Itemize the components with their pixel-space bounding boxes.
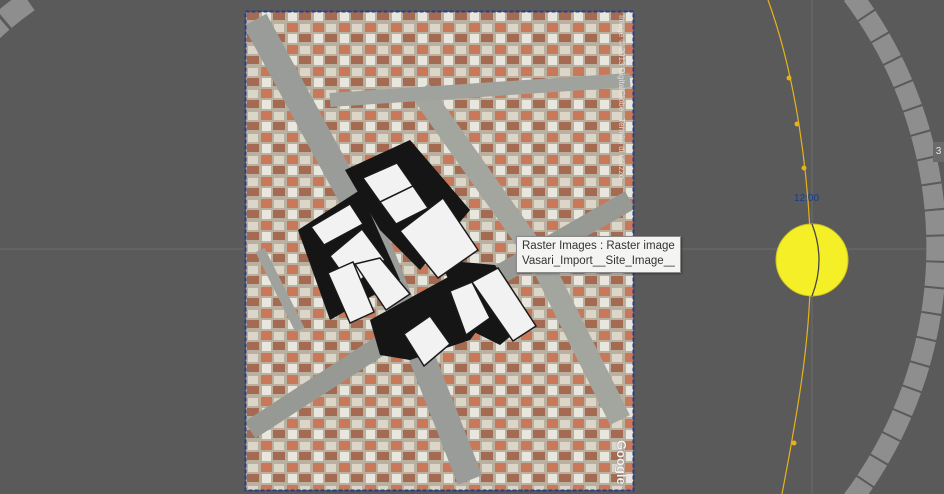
compass-side-label: 3: [933, 142, 944, 162]
compass-ring-right: [844, 0, 944, 494]
tooltip-line-2: Vasari_Import__Site_Image__: [522, 255, 675, 267]
google-logo: Google: [611, 440, 631, 488]
copyright-overlay: Image © 2013 DigitalGlobe - Termini di u…: [614, 15, 630, 220]
sun-time-label: 12:00: [794, 193, 820, 204]
google-logo-text: Google: [614, 440, 629, 485]
copyright-text: Image © 2013 DigitalGlobe - Termini di u…: [617, 15, 626, 180]
tooltip-line-1: Raster Images : Raster image :: [522, 240, 675, 252]
scene-canvas[interactable]: [0, 0, 944, 494]
sun-icon[interactable]: [775, 223, 849, 297]
element-tooltip: Raster Images : Raster image : Vasari_Im…: [516, 236, 681, 273]
3d-view-viewport[interactable]: Image © 2013 DigitalGlobe - Termini di u…: [0, 0, 944, 494]
compass-ring-left: [0, 0, 37, 39]
